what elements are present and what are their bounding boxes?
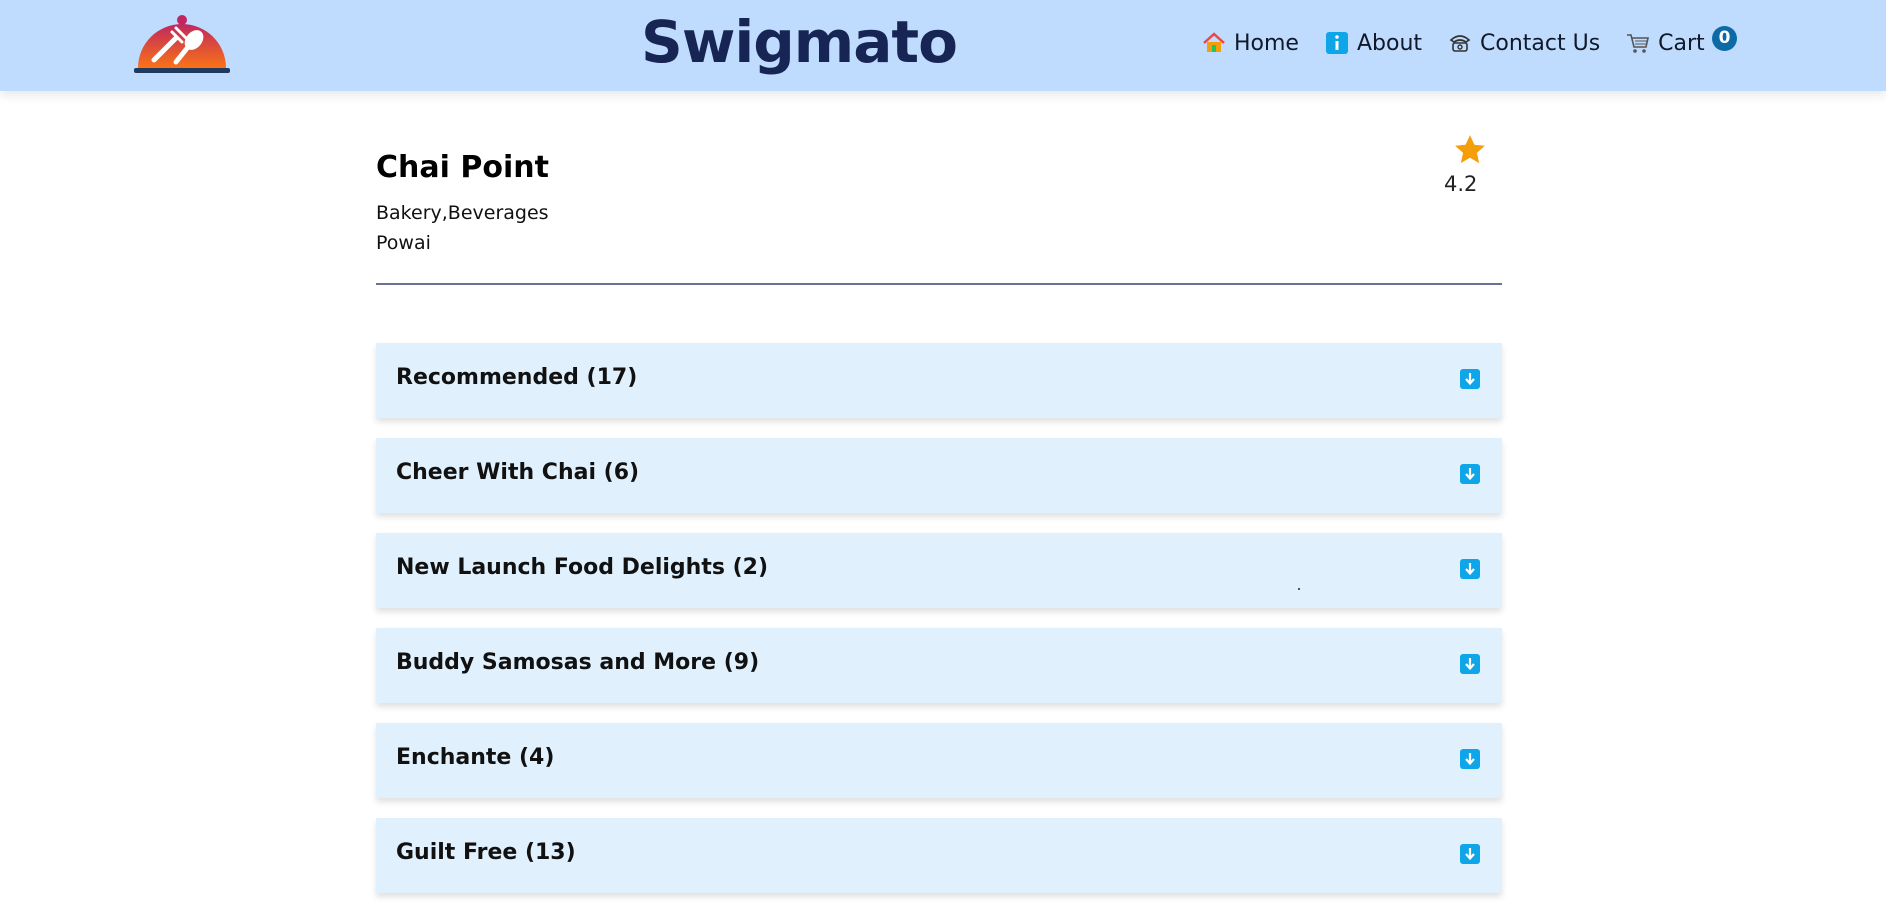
restaurant-name: Chai Point (376, 150, 549, 185)
category-title: Enchante (4) (396, 745, 555, 770)
stray-dot (1298, 588, 1300, 590)
category-enchante[interactable]: Enchante (4) (376, 723, 1502, 798)
category-title: New Launch Food Delights (2) (396, 555, 769, 580)
category-cheer-with-chai[interactable]: Cheer With Chai (6) (376, 438, 1502, 513)
category-title: Buddy Samosas and More (9) (396, 650, 760, 675)
category-buddy-samosas[interactable]: Buddy Samosas and More (9) (376, 628, 1502, 703)
nav-contact-label: Contact Us (1480, 30, 1601, 56)
restaurant-cuisines: Bakery,Beverages (376, 202, 549, 224)
arrow-down-icon[interactable] (1460, 749, 1480, 769)
home-icon (1202, 31, 1226, 55)
main-nav: Home About Contact Us Cart (1202, 26, 1731, 60)
nav-cart[interactable]: Cart (1626, 31, 1705, 56)
nav-cart-label: Cart (1658, 30, 1705, 56)
category-title: Cheer With Chai (6) (396, 460, 640, 485)
phone-icon (1448, 31, 1472, 55)
info-icon (1325, 31, 1349, 55)
top-header: Swigmato Home About Contact Us Cart 0 (0, 0, 1886, 91)
cart-icon (1626, 31, 1650, 55)
arrow-down-icon[interactable] (1460, 559, 1480, 579)
arrow-down-icon[interactable] (1460, 369, 1480, 389)
restaurant-area: Powai (376, 232, 431, 254)
cart-count-badge: 0 (1712, 26, 1737, 51)
restaurant-info: Chai Point Bakery,Beverages Powai 4.2 (376, 120, 1502, 285)
category-guilt-free[interactable]: Guilt Free (13) (376, 818, 1502, 893)
arrow-down-icon[interactable] (1460, 844, 1480, 864)
arrow-down-icon[interactable] (1460, 464, 1480, 484)
category-new-launch-food-delights[interactable]: New Launch Food Delights (2) (376, 533, 1502, 608)
category-title: Guilt Free (13) (396, 840, 576, 865)
star-icon (1453, 133, 1487, 167)
nav-home-label: Home (1234, 30, 1299, 56)
nav-about[interactable]: About (1325, 31, 1422, 56)
nav-home[interactable]: Home (1202, 31, 1299, 56)
arrow-down-icon[interactable] (1460, 654, 1480, 674)
restaurant-rating: 4.2 (1444, 172, 1478, 196)
nav-about-label: About (1356, 30, 1423, 56)
nav-contact[interactable]: Contact Us (1448, 31, 1600, 56)
category-recommended[interactable]: Recommended (17) (376, 343, 1502, 418)
category-title: Recommended (17) (396, 365, 638, 390)
